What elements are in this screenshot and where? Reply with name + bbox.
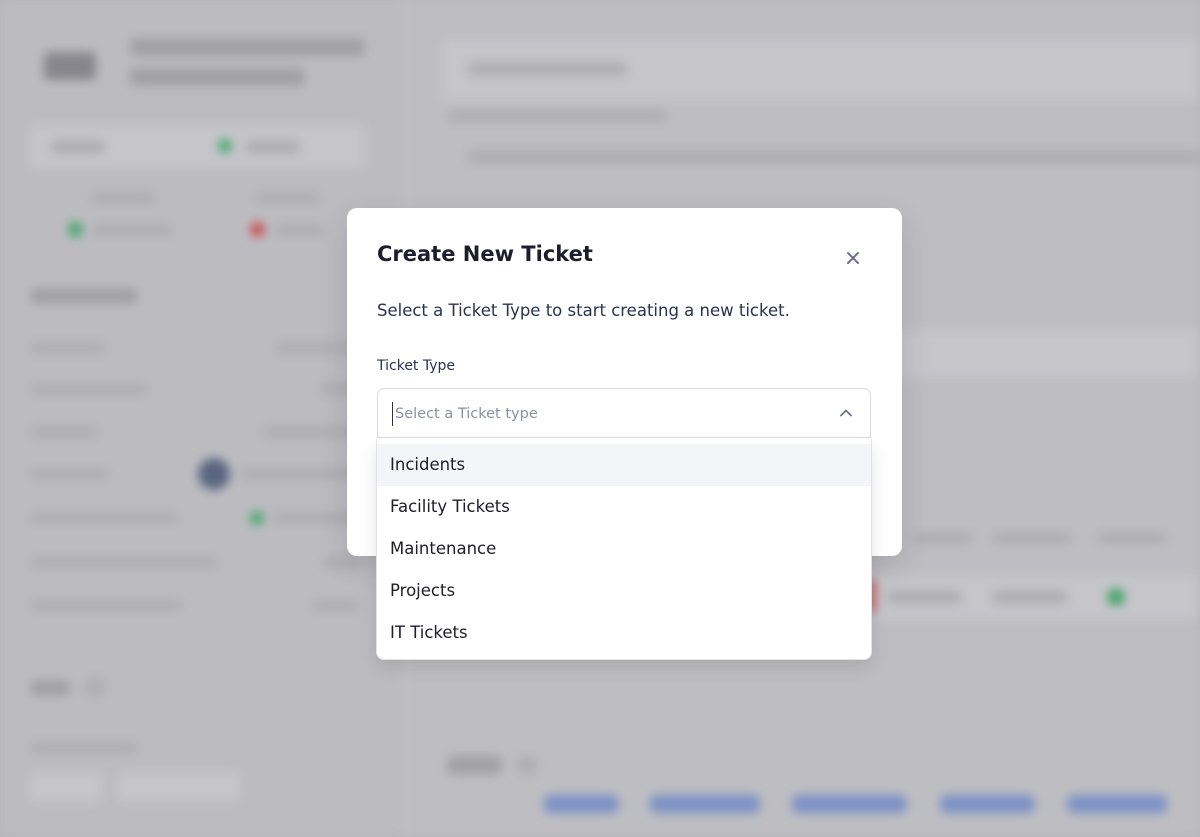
chevron-up-icon[interactable]	[838, 405, 854, 421]
ticket-type-label: Ticket Type	[377, 358, 456, 374]
close-button[interactable]	[841, 246, 865, 270]
option-projects[interactable]: Projects	[377, 570, 871, 612]
ticket-type-input[interactable]	[392, 402, 815, 426]
option-facility-tickets[interactable]: Facility Tickets	[377, 486, 871, 528]
ticket-type-select[interactable]	[377, 388, 871, 438]
modal-title: Create New Ticket	[377, 242, 593, 266]
option-it-tickets[interactable]: IT Tickets	[377, 612, 871, 654]
option-incidents[interactable]: Incidents	[377, 444, 871, 486]
ticket-type-dropdown: Incidents Facility Tickets Maintenance P…	[376, 439, 872, 660]
modal-description: Select a Ticket Type to start creating a…	[377, 301, 790, 320]
close-icon	[847, 252, 859, 264]
option-maintenance[interactable]: Maintenance	[377, 528, 871, 570]
